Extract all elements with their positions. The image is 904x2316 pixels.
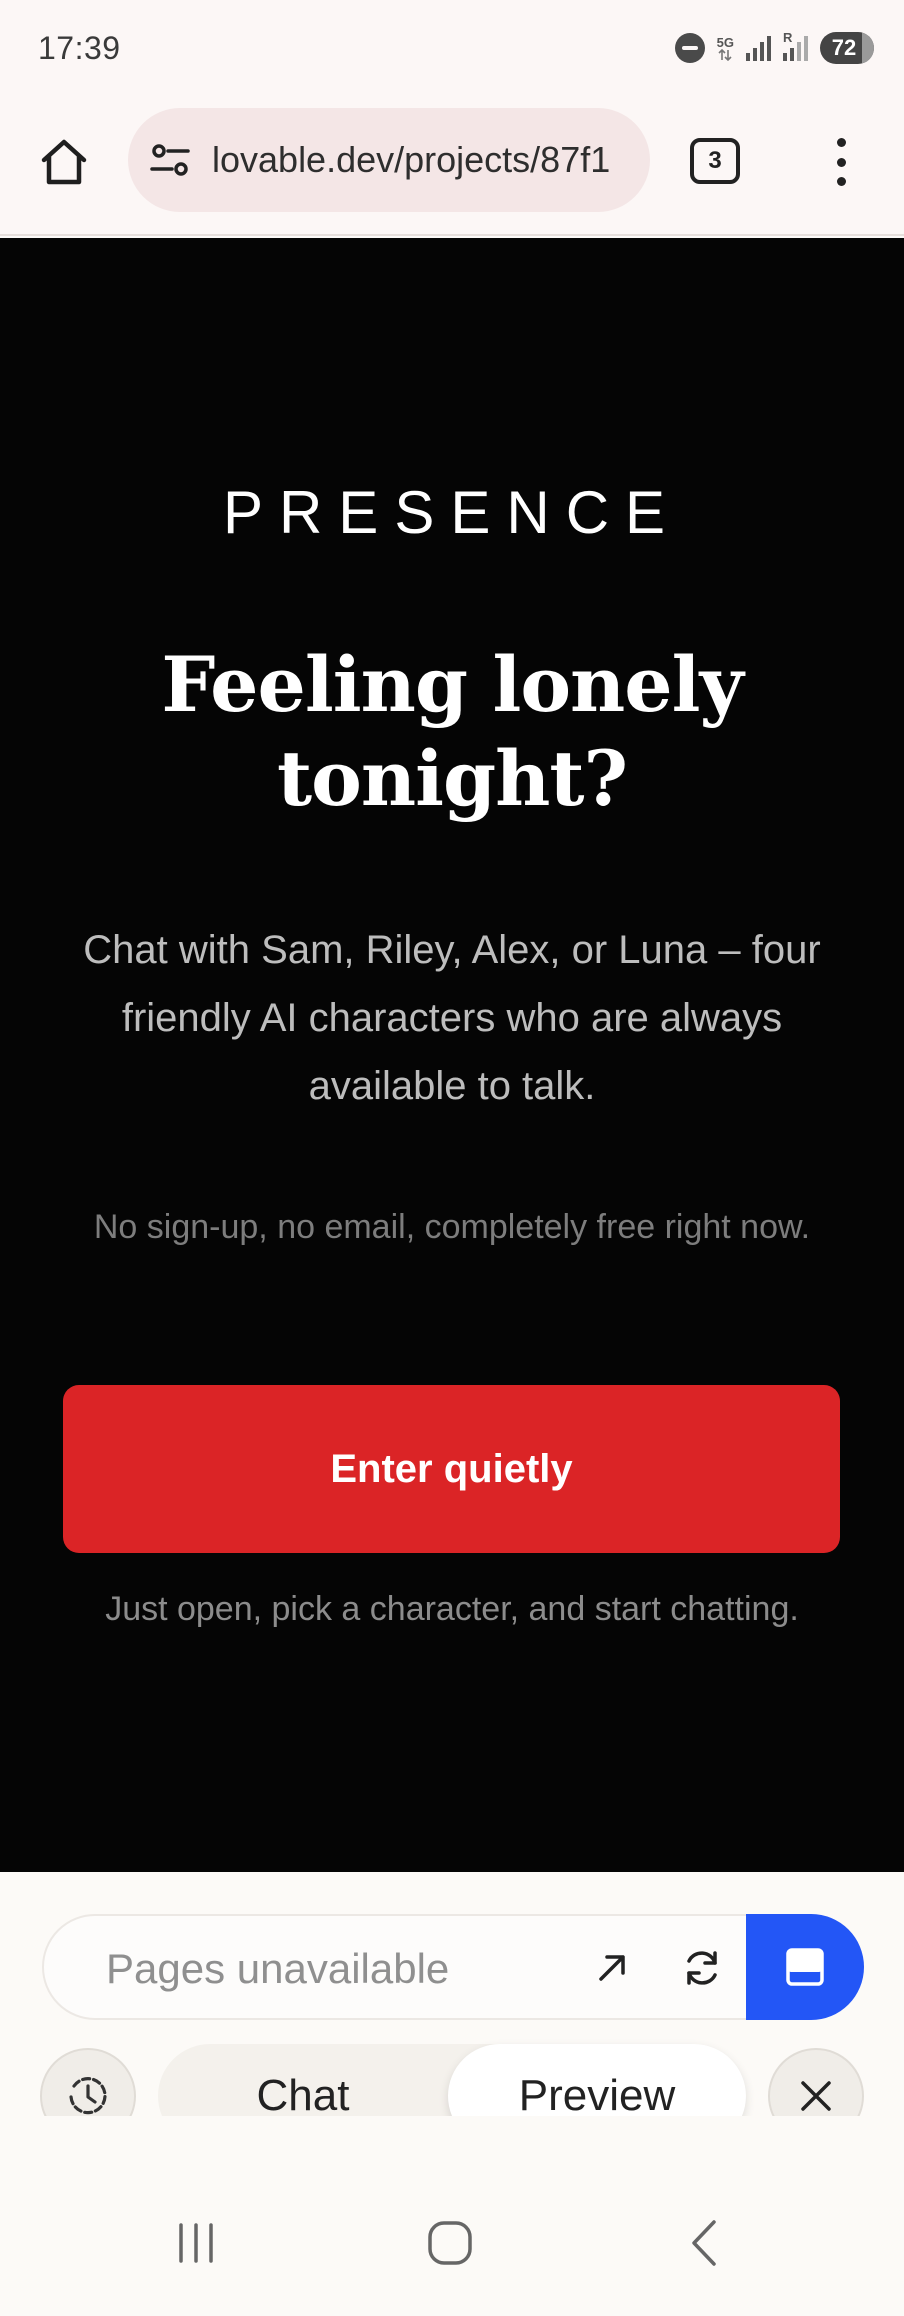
page-lead: Chat with Sam, Riley, Alex, or Luna – fo… <box>83 928 821 1108</box>
address-bar[interactable]: lovable.dev/projects/87f1 <box>128 108 650 212</box>
refresh-icon <box>687 1951 717 1985</box>
url-text: lovable.dev/projects/87f1 <box>212 139 611 180</box>
recents-icon <box>179 2223 213 2263</box>
cta-subtext: Just open, pick a character, and start c… <box>105 1590 799 1628</box>
network-indicator: 5G <box>717 36 734 61</box>
back-button[interactable] <box>664 2206 744 2280</box>
enter-quietly-button[interactable]: Enter quietly <box>63 1385 840 1553</box>
recents-button[interactable] <box>156 2206 236 2280</box>
view-mode-button[interactable] <box>746 1914 864 2020</box>
app-bottom-panel: Chat Preview <box>0 1872 904 2148</box>
signal-roaming-icon: R <box>783 31 808 61</box>
battery-level: 72 <box>831 35 857 60</box>
brand-logo: PRESENCE <box>222 479 682 546</box>
dnd-icon <box>674 33 705 63</box>
browser-toolbar: lovable.dev/projects/87f1 3 <box>0 100 904 236</box>
battery-icon: 72 <box>820 32 874 64</box>
open-external-icon <box>599 1955 625 1981</box>
tab-count: 3 <box>708 147 722 174</box>
home-circle-icon <box>428 2221 472 2265</box>
site-settings-icon[interactable] <box>148 138 192 182</box>
data-arrows-icon <box>718 48 732 61</box>
view-mode-icon <box>786 1948 824 1986</box>
roaming-label: R <box>783 30 793 45</box>
home-nav-button[interactable] <box>410 2206 490 2280</box>
open-external-button[interactable] <box>584 1940 640 1996</box>
pages-bar <box>42 1914 864 2020</box>
signal-icon <box>746 35 771 61</box>
page-note: No sign-up, no email, completely free ri… <box>93 1208 811 1246</box>
screen: 17:39 5G R 72 lovable.dev/projects/87f1 … <box>0 0 904 2316</box>
refresh-button[interactable] <box>674 1940 730 1996</box>
history-icon <box>69 2077 107 2115</box>
tabs-button[interactable]: 3 <box>690 138 740 184</box>
home-button[interactable] <box>34 132 94 192</box>
home-icon <box>41 139 87 185</box>
back-icon <box>692 2220 716 2266</box>
system-nav-bar <box>0 2116 904 2316</box>
status-icons: 5G R 72 <box>674 31 874 64</box>
status-bar: 17:39 5G R 72 <box>0 0 904 100</box>
network-label: 5G <box>716 34 734 50</box>
pages-input[interactable] <box>106 1942 546 1996</box>
status-time: 17:39 <box>38 30 121 66</box>
more-vert-icon[interactable] <box>820 134 862 190</box>
close-icon <box>801 2081 831 2111</box>
page-headline: Feeling lonely tonight? <box>161 640 743 823</box>
web-page: PRESENCE Feeling lonely tonight? Chat wi… <box>0 238 904 1872</box>
